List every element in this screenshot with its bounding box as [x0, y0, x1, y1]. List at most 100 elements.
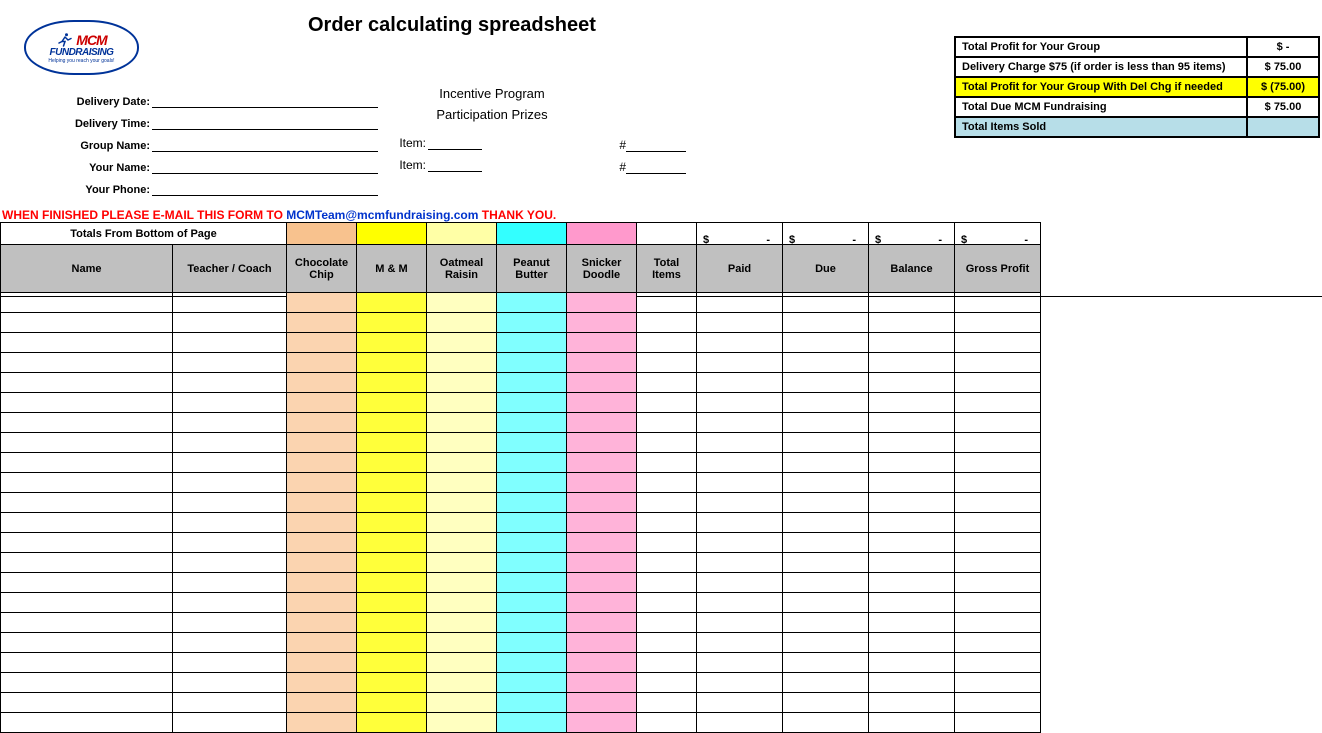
cell[interactable]: [869, 633, 955, 653]
cell[interactable]: [427, 573, 497, 593]
cell[interactable]: [637, 693, 697, 713]
cell[interactable]: [955, 473, 1041, 493]
cell[interactable]: [697, 393, 783, 413]
cell[interactable]: [955, 593, 1041, 613]
cell[interactable]: [1, 453, 173, 473]
cell[interactable]: [287, 433, 357, 453]
input-delivery-date[interactable]: [152, 92, 378, 108]
cell[interactable]: [1, 693, 173, 713]
cell[interactable]: [955, 293, 1041, 313]
cell[interactable]: [357, 313, 427, 333]
cell[interactable]: [427, 633, 497, 653]
cell[interactable]: [567, 633, 637, 653]
cell[interactable]: [955, 633, 1041, 653]
cell[interactable]: [637, 313, 697, 333]
cell[interactable]: [427, 353, 497, 373]
cell[interactable]: [567, 393, 637, 413]
cell[interactable]: [287, 553, 357, 573]
cell[interactable]: [783, 433, 869, 453]
cell[interactable]: [697, 493, 783, 513]
cell[interactable]: [637, 373, 697, 393]
input-delivery-time[interactable]: [152, 114, 378, 130]
cell[interactable]: [357, 333, 427, 353]
cell[interactable]: [287, 673, 357, 693]
cell[interactable]: [173, 313, 287, 333]
cell[interactable]: [287, 633, 357, 653]
cell[interactable]: [427, 693, 497, 713]
cell[interactable]: [637, 453, 697, 473]
cell[interactable]: [567, 433, 637, 453]
cell[interactable]: [1, 373, 173, 393]
cell[interactable]: [869, 293, 955, 313]
input-item-1[interactable]: [428, 134, 482, 150]
cell[interactable]: [869, 413, 955, 433]
cell[interactable]: [357, 353, 427, 373]
cell[interactable]: [357, 573, 427, 593]
cell[interactable]: [357, 493, 427, 513]
cell[interactable]: [173, 573, 287, 593]
cell[interactable]: [357, 713, 427, 733]
cell[interactable]: [783, 293, 869, 313]
cell[interactable]: [567, 353, 637, 373]
cell[interactable]: [783, 413, 869, 433]
cell[interactable]: [567, 593, 637, 613]
cell[interactable]: [567, 613, 637, 633]
cell[interactable]: [869, 493, 955, 513]
cell[interactable]: [287, 353, 357, 373]
cell[interactable]: [287, 593, 357, 613]
cell[interactable]: [955, 693, 1041, 713]
cell[interactable]: [955, 713, 1041, 733]
cell[interactable]: [497, 533, 567, 553]
cell[interactable]: [783, 573, 869, 593]
cell[interactable]: [567, 713, 637, 733]
cell[interactable]: [1, 393, 173, 413]
cell[interactable]: [357, 633, 427, 653]
cell[interactable]: [567, 413, 637, 433]
cell[interactable]: [1, 473, 173, 493]
cell[interactable]: [173, 293, 287, 313]
cell[interactable]: [173, 633, 287, 653]
input-group-name[interactable]: [152, 136, 378, 152]
cell[interactable]: [497, 373, 567, 393]
cell[interactable]: [567, 653, 637, 673]
cell[interactable]: [783, 653, 869, 673]
cell[interactable]: [357, 373, 427, 393]
cell[interactable]: [955, 513, 1041, 533]
cell[interactable]: [783, 473, 869, 493]
cell[interactable]: [427, 533, 497, 553]
cell[interactable]: [637, 633, 697, 653]
cell[interactable]: [637, 673, 697, 693]
cell[interactable]: [173, 373, 287, 393]
cell[interactable]: [869, 373, 955, 393]
input-your-phone[interactable]: [152, 180, 378, 196]
input-your-name[interactable]: [152, 158, 378, 174]
cell[interactable]: [869, 593, 955, 613]
cell[interactable]: [1, 433, 173, 453]
cell[interactable]: [567, 693, 637, 713]
cell[interactable]: [697, 333, 783, 353]
cell[interactable]: [287, 573, 357, 593]
cell[interactable]: [783, 613, 869, 633]
cell[interactable]: [869, 713, 955, 733]
cell[interactable]: [955, 333, 1041, 353]
cell[interactable]: [697, 713, 783, 733]
cell[interactable]: [567, 673, 637, 693]
cell[interactable]: [497, 653, 567, 673]
cell[interactable]: [637, 493, 697, 513]
cell[interactable]: [1, 333, 173, 353]
cell[interactable]: [427, 513, 497, 533]
cell[interactable]: [173, 533, 287, 553]
cell[interactable]: [497, 453, 567, 473]
cell[interactable]: [1, 513, 173, 533]
cell[interactable]: [173, 553, 287, 573]
cell[interactable]: [955, 653, 1041, 673]
cell[interactable]: [869, 693, 955, 713]
cell[interactable]: [173, 613, 287, 633]
cell[interactable]: [357, 533, 427, 553]
cell[interactable]: [783, 533, 869, 553]
cell[interactable]: [497, 553, 567, 573]
cell[interactable]: [287, 473, 357, 493]
cell[interactable]: [173, 393, 287, 413]
cell[interactable]: [869, 673, 955, 693]
cell[interactable]: [173, 673, 287, 693]
